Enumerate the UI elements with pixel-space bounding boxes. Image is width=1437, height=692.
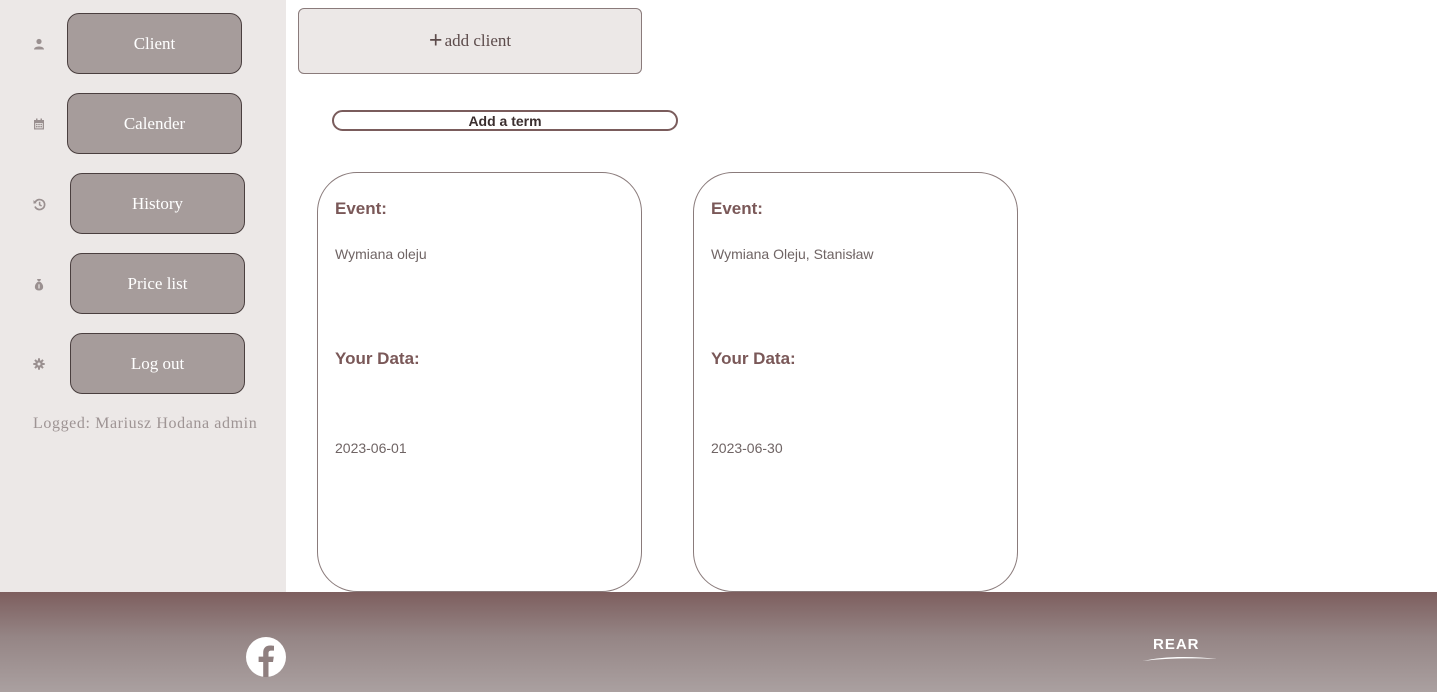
footer: REAR <box>0 592 1437 692</box>
facebook-icon[interactable] <box>246 637 286 677</box>
plus-icon: + <box>428 28 443 54</box>
brand-logo: REAR <box>1143 636 1217 662</box>
logged-user-text: Logged: Mariusz Hodana admin <box>33 415 258 432</box>
your-data-label: Your Data: <box>335 349 420 368</box>
event-label: Event: <box>711 199 763 218</box>
calender-button[interactable]: Calender <box>67 93 242 154</box>
sidebar-item-client: Client <box>0 13 286 77</box>
brand-text: REAR <box>1153 636 1200 653</box>
event-value: Wymiana oleju <box>335 246 427 262</box>
log-out-button[interactable]: Log out <box>70 333 245 394</box>
sidebar-item-calender: Calender <box>0 93 286 157</box>
calendar-icon <box>32 117 46 131</box>
sidebar-item-history: History <box>0 173 286 237</box>
event-value: Wymiana Oleju, Stanisław <box>711 246 874 262</box>
sidebar-item-price-list: Price list <box>0 253 286 317</box>
brand-swoosh-icon <box>1143 656 1217 661</box>
user-icon <box>32 37 46 51</box>
event-card: Event: Wymiana oleju Your Data: 2023-06-… <box>317 172 642 592</box>
your-data-label: Your Data: <box>711 349 796 368</box>
add-term-button[interactable]: Add a term <box>332 110 678 131</box>
client-button[interactable]: Client <box>67 13 242 74</box>
sidebar-item-log-out: Log out <box>0 333 286 397</box>
price-list-button[interactable]: Price list <box>70 253 245 314</box>
history-icon <box>32 197 46 211</box>
event-date: 2023-06-30 <box>711 440 783 456</box>
event-label: Event: <box>335 199 387 218</box>
event-card: Event: Wymiana Oleju, Stanisław Your Dat… <box>693 172 1018 592</box>
event-date: 2023-06-01 <box>335 440 407 456</box>
sidebar: Client Calender History Price list Log o… <box>0 0 286 592</box>
add-client-button[interactable]: + add client <box>298 8 642 74</box>
add-client-label: add client <box>444 31 512 50</box>
gear-icon <box>32 357 46 371</box>
history-button[interactable]: History <box>70 173 245 234</box>
money-bag-icon <box>32 277 46 291</box>
